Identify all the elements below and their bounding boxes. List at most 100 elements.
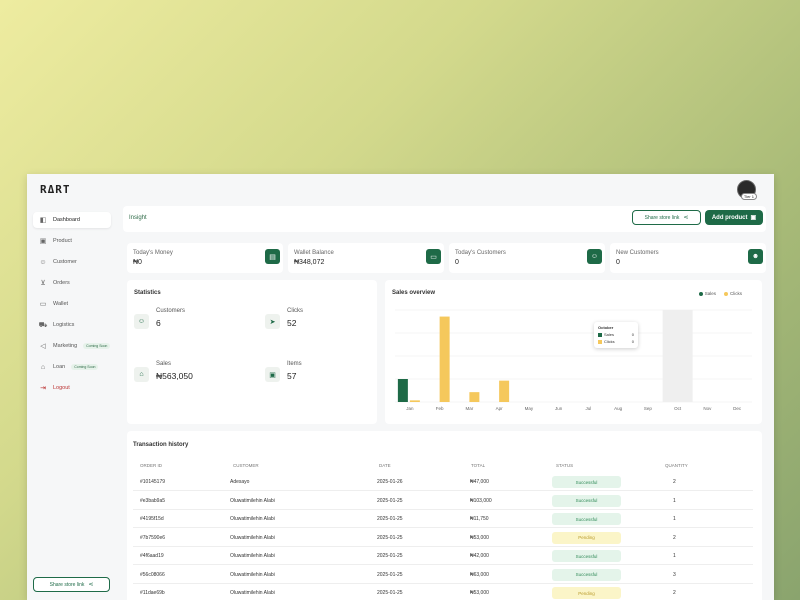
share-store-link-button[interactable]: Share store link ⋖ <box>632 210 701 225</box>
column-header-quantity[interactable]: QUANTITY <box>665 463 688 468</box>
stat-value: ₦563,050 <box>156 371 193 381</box>
stat-value: 6 <box>156 318 161 328</box>
sidebar-item-label: Orders <box>53 280 70 286</box>
sidebar-item-logistics[interactable]: ⛟ Logistics <box>33 317 111 333</box>
quantity-cell: 1 <box>673 553 676 559</box>
sidebar-item-logout[interactable]: ⇥ Logout <box>33 380 111 396</box>
table-row[interactable]: #4f6aad19 Oluwatimilehin Alabi 2025-01-25 ₦… <box>133 547 753 565</box>
customer-cell: Adesayo <box>230 479 250 485</box>
bar-clicks-feb[interactable] <box>439 316 450 402</box>
order-id-cell: #56c08066 <box>140 571 165 578</box>
column-header-order-id[interactable]: ORDER ID <box>140 463 162 468</box>
truck-icon: ⛟ <box>38 321 48 329</box>
cart-icon: ⊻ <box>40 280 46 287</box>
order-id-cell: #4195f15d <box>140 516 164 522</box>
new-customer-icon: ☻ <box>748 249 763 264</box>
bar-clicks-jan[interactable] <box>409 400 420 402</box>
panel-title: Transaction history <box>133 442 189 448</box>
sidebar-item-label: Loan <box>53 364 66 370</box>
order-id-cell: #4f6aad19 <box>140 553 164 559</box>
cursor-icon: ➤ <box>265 314 280 329</box>
sidebar-item-customer[interactable]: ☺ Customer <box>33 254 111 270</box>
add-product-button[interactable]: Add product ▣ <box>705 210 763 225</box>
sidebar-item-marketing[interactable]: ◁ Marketing Coming Soon <box>33 338 111 354</box>
date-cell: 2025-01-25 <box>377 516 403 522</box>
status-badge: Pending <box>552 531 621 544</box>
sidebar-item-dashboard[interactable]: ◧ Dashboard <box>33 212 111 228</box>
order-id-cell: #e3bab9a5 <box>140 497 166 504</box>
card-label: Today's Money <box>133 250 173 256</box>
bar-sales-jan[interactable] <box>397 379 408 402</box>
stat-label: Clicks <box>287 308 303 314</box>
order-id-cell: #7b7590e6 <box>140 534 166 541</box>
sidebar-item-label: Logistics <box>53 322 75 328</box>
total-cell: ₦53,000 <box>470 590 489 596</box>
date-cell: 2025-01-25 <box>377 497 403 504</box>
loan-icon: ⌂ <box>40 363 46 371</box>
table-row[interactable]: #11dae69b Oluwatimilehin Alabi 2025-01-25 ₦… <box>133 584 753 600</box>
sidebar-item-label: Wallet <box>53 301 69 307</box>
table-row[interactable]: #56c08066 Oluwatimilehin Alabi 2025-01-25 ₦… <box>133 566 753 584</box>
sidebar-item-product[interactable]: ▣ Product <box>33 233 111 249</box>
total-cell: ₦47,000 <box>470 479 489 485</box>
sidebar-item-wallet[interactable]: ▭ Wallet <box>33 296 111 312</box>
status-badge: Pending <box>552 587 621 599</box>
column-header-total[interactable]: TOTAL <box>471 463 485 468</box>
box-icon: ▣ <box>39 238 47 245</box>
highlight-band <box>662 310 693 402</box>
card-label: Today's Customers <box>455 250 506 256</box>
total-cell: ₦11,750 <box>470 516 489 522</box>
quantity-cell: 1 <box>673 497 676 504</box>
customer-cell: Oluwatimilehin Alabi <box>230 553 275 559</box>
customer-cell: Oluwatimilehin Alabi <box>230 497 275 504</box>
users-icon: ☺ <box>134 314 149 329</box>
dashboard-icon: ◧ <box>39 217 47 224</box>
coming-soon-tag: Coming Soon <box>71 364 99 370</box>
x-tick-label: Jan <box>406 406 414 411</box>
date-cell: 2025-01-25 <box>377 534 403 541</box>
sidebar-item-label: Marketing <box>53 343 78 349</box>
share-store-link-button[interactable]: Share store link ⋖ <box>33 577 110 592</box>
customer-cell: Oluwatimilehin Alabi <box>230 534 275 541</box>
tier-badge: Tier 1 <box>740 193 757 200</box>
tooltip-row-clicks: Clicks 0 <box>598 339 634 344</box>
top-bar: RΔRT Tier 1 <box>27 174 774 206</box>
column-header-customer[interactable]: CUSTOMER <box>233 463 259 468</box>
total-cell: ₦53,000 <box>470 534 489 541</box>
sidebar-item-label: Customer <box>53 259 77 265</box>
sidebar: ◧ Dashboard ▣ Product ☺ Customer ⊻ Order… <box>27 206 117 600</box>
quantity-cell: 3 <box>673 571 676 578</box>
status-badge: Successful <box>552 550 621 562</box>
stat-label: Sales <box>156 361 172 367</box>
x-tick-label: Oct <box>674 406 682 411</box>
wallet-icon: ▭ <box>39 301 47 308</box>
table-row[interactable]: #7b7590e6 Oluwatimilehin Alabi 2025-01-25 ₦… <box>133 529 753 547</box>
table-row[interactable]: #10145179 Adesayo 2025-01-26 ₦47,000 2 Succes… <box>133 473 753 491</box>
quantity-cell: 2 <box>673 534 676 541</box>
x-tick-label: May <box>525 406 534 411</box>
sidebar-item-loan[interactable]: ⌂ Loan Coming Soon <box>33 359 111 375</box>
app-logo: RΔRT <box>40 183 71 196</box>
sales-overview-panel: Sales overview Sales Clicks Jan Feb Mar Apr… <box>385 280 762 424</box>
tooltip-value: 0 <box>631 339 634 344</box>
table-row[interactable]: #e3bab9a5 Oluwatimilehin Alabi 2025-01-25 ₦… <box>133 492 753 510</box>
table-row[interactable]: #4195f15d Oluwatimilehin Alabi 2025-01-25 ₦… <box>133 510 753 528</box>
status-badge: Successful <box>552 494 621 507</box>
x-tick-label: Mar <box>466 406 474 411</box>
card-label: New Customers <box>616 250 659 256</box>
card-value: ₦348,072 <box>294 259 325 266</box>
sidebar-item-orders[interactable]: ⊻ Orders <box>33 275 111 291</box>
sidebar-item-label: Product <box>53 238 72 244</box>
total-cell: ₦63,000 <box>470 571 489 578</box>
column-header-date[interactable]: DATE <box>379 463 391 468</box>
tooltip-value: 0 <box>631 332 634 337</box>
status-badge: Successful <box>552 568 621 581</box>
tooltip-label: Clicks <box>604 339 615 344</box>
bar-clicks-apr[interactable] <box>499 380 510 402</box>
column-header-status[interactable]: STATUS <box>556 463 573 468</box>
x-tick-label: Jun <box>555 406 563 411</box>
customer-icon: ☺ <box>587 249 602 264</box>
bar-clicks-mar[interactable] <box>469 392 480 402</box>
card-value: 0 <box>455 259 459 266</box>
date-cell: 2025-01-26 <box>377 479 403 485</box>
